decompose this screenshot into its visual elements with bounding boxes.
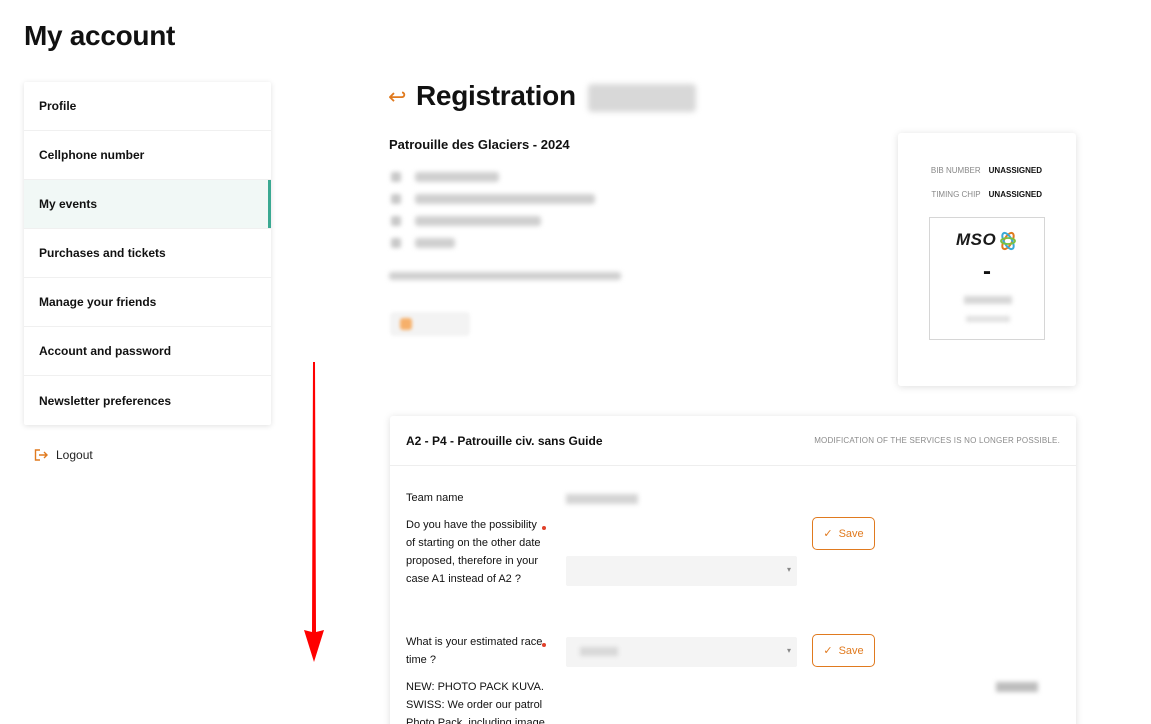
divider bbox=[390, 465, 1076, 466]
page-title: My account bbox=[24, 20, 176, 51]
check-icon: ✓ bbox=[823, 645, 833, 657]
bib-card: BIB NUMBER UNASSIGNED TIMING CHIP UNASSI… bbox=[898, 133, 1076, 386]
bib-number-label: BIB NUMBER bbox=[930, 166, 981, 175]
bib-redacted-line bbox=[964, 296, 1012, 304]
sidebar-item-friends[interactable]: Manage your friends bbox=[24, 278, 271, 327]
red-annotation-arrow-icon bbox=[304, 362, 324, 662]
alt-start-select[interactable]: ▾ bbox=[566, 556, 797, 586]
services-card: A2 - P4 - Patrouille civ. sans Guide MOD… bbox=[390, 416, 1076, 724]
logout-button[interactable]: Logout bbox=[34, 448, 93, 462]
services-title: A2 - P4 - Patrouille civ. sans Guide bbox=[406, 434, 603, 448]
required-indicator bbox=[542, 643, 546, 647]
detail-line bbox=[415, 238, 455, 248]
timing-chip-row: TIMING CHIP UNASSIGNED bbox=[931, 190, 1042, 199]
category-icon bbox=[391, 194, 401, 204]
chevron-down-icon: ▾ bbox=[786, 565, 791, 574]
team-name-label: Team name bbox=[406, 492, 464, 504]
sidebar-item-my-events[interactable]: My events bbox=[24, 180, 271, 229]
logout-label: Logout bbox=[56, 448, 93, 462]
bib-preview: MSO - bbox=[929, 217, 1045, 340]
team-name-value bbox=[566, 494, 638, 504]
bib-number-display: - bbox=[983, 258, 991, 285]
logout-icon bbox=[34, 449, 48, 461]
bib-number-value: UNASSIGNED bbox=[988, 166, 1042, 175]
check-icon: ✓ bbox=[823, 528, 833, 540]
account-sidebar: Profile Cellphone number My events Purch… bbox=[24, 82, 271, 425]
race-time-select[interactable]: ▾ bbox=[566, 637, 797, 667]
save-label: Save bbox=[838, 644, 864, 657]
date-icon bbox=[391, 216, 401, 226]
race-time-value bbox=[580, 647, 618, 656]
status-icon bbox=[391, 238, 401, 248]
photo-pack-price bbox=[996, 682, 1038, 692]
registration-title: Registration bbox=[416, 80, 576, 111]
detail-note bbox=[389, 272, 621, 280]
sidebar-item-account-password[interactable]: Account and password bbox=[24, 327, 271, 376]
timing-chip-label: TIMING CHIP bbox=[931, 190, 981, 199]
chevron-down-icon: ▾ bbox=[786, 646, 791, 655]
bib-redacted-line bbox=[966, 316, 1010, 322]
registration-id-redacted bbox=[588, 84, 696, 112]
review-icon bbox=[400, 318, 412, 330]
save-label: Save bbox=[838, 527, 864, 540]
calendar-icon bbox=[391, 172, 401, 182]
sidebar-item-profile[interactable]: Profile bbox=[24, 82, 271, 131]
required-indicator bbox=[542, 526, 546, 530]
sidebar-item-cellphone[interactable]: Cellphone number bbox=[24, 131, 271, 180]
race-time-question-label: What is your estimated race time ? bbox=[406, 636, 543, 666]
detail-line bbox=[415, 194, 595, 204]
photo-pack-question-label: NEW: PHOTO PACK KUVA.SWISS: We order our… bbox=[406, 681, 545, 724]
sidebar-item-newsletter[interactable]: Newsletter preferences bbox=[24, 376, 271, 425]
detail-line bbox=[415, 216, 541, 226]
bib-number-row: BIB NUMBER UNASSIGNED bbox=[931, 166, 1042, 175]
services-note: MODIFICATION OF THE SERVICES IS NO LONGE… bbox=[814, 436, 1060, 445]
timing-chip-value: UNASSIGNED bbox=[988, 190, 1042, 199]
mso-logo: MSO bbox=[956, 230, 997, 249]
event-name: Patrouille des Glaciers - 2024 bbox=[389, 137, 570, 152]
mso-logo-mark-icon bbox=[1000, 231, 1016, 251]
save-race-time-button[interactable]: ✓ Save bbox=[812, 634, 875, 667]
back-arrow-icon[interactable]: ↩ bbox=[388, 86, 406, 108]
sidebar-item-purchases[interactable]: Purchases and tickets bbox=[24, 229, 271, 278]
save-alt-start-button[interactable]: ✓ Save bbox=[812, 517, 875, 550]
alt-start-question-label: Do you have the possibility of starting … bbox=[406, 519, 541, 585]
detail-line bbox=[415, 172, 499, 182]
